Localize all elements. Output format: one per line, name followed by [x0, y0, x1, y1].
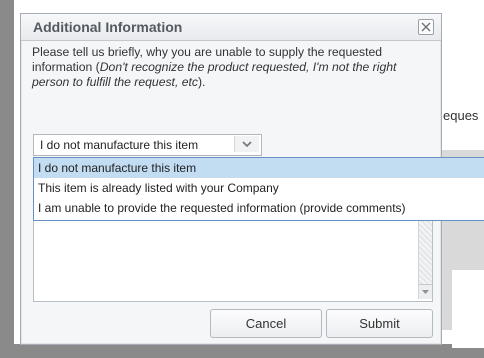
cancel-button[interactable]: Cancel [210, 309, 322, 338]
dialog-titlebar[interactable]: Additional Information [21, 14, 441, 41]
scroll-down-button[interactable] [419, 284, 432, 299]
dropdown-option-do-not-manufacture[interactable]: I do not manufacture this item [34, 158, 484, 178]
dropdown-option-unable-to-provide[interactable]: I am unable to provide the requested inf… [34, 198, 484, 218]
dropdown-option-already-listed[interactable]: This item is already listed with your Co… [34, 178, 484, 198]
reason-select-toggle[interactable] [234, 136, 259, 152]
additional-information-dialog: Additional Information Please tell us br… [20, 13, 484, 345]
reason-dropdown-list: I do not manufacture this item This item… [33, 157, 484, 221]
instructions-text: Please tell us briefly, why you are unab… [32, 45, 422, 90]
close-icon [421, 22, 431, 32]
dialog-title: Additional Information [33, 19, 183, 35]
reason-select[interactable]: I do not manufacture this item [33, 134, 262, 156]
modal-overlay-bottom [0, 344, 484, 358]
chevron-down-icon [242, 141, 252, 148]
background-block [452, 270, 484, 348]
scroll-down-arrow-icon [422, 290, 429, 294]
reason-select-value: I do not manufacture this item [40, 138, 199, 152]
instructions-end: ). [197, 75, 206, 89]
background-partial-text: eques [443, 108, 479, 123]
submit-button[interactable]: Submit [326, 309, 433, 338]
close-button[interactable] [418, 19, 434, 35]
modal-overlay-left [0, 0, 14, 358]
